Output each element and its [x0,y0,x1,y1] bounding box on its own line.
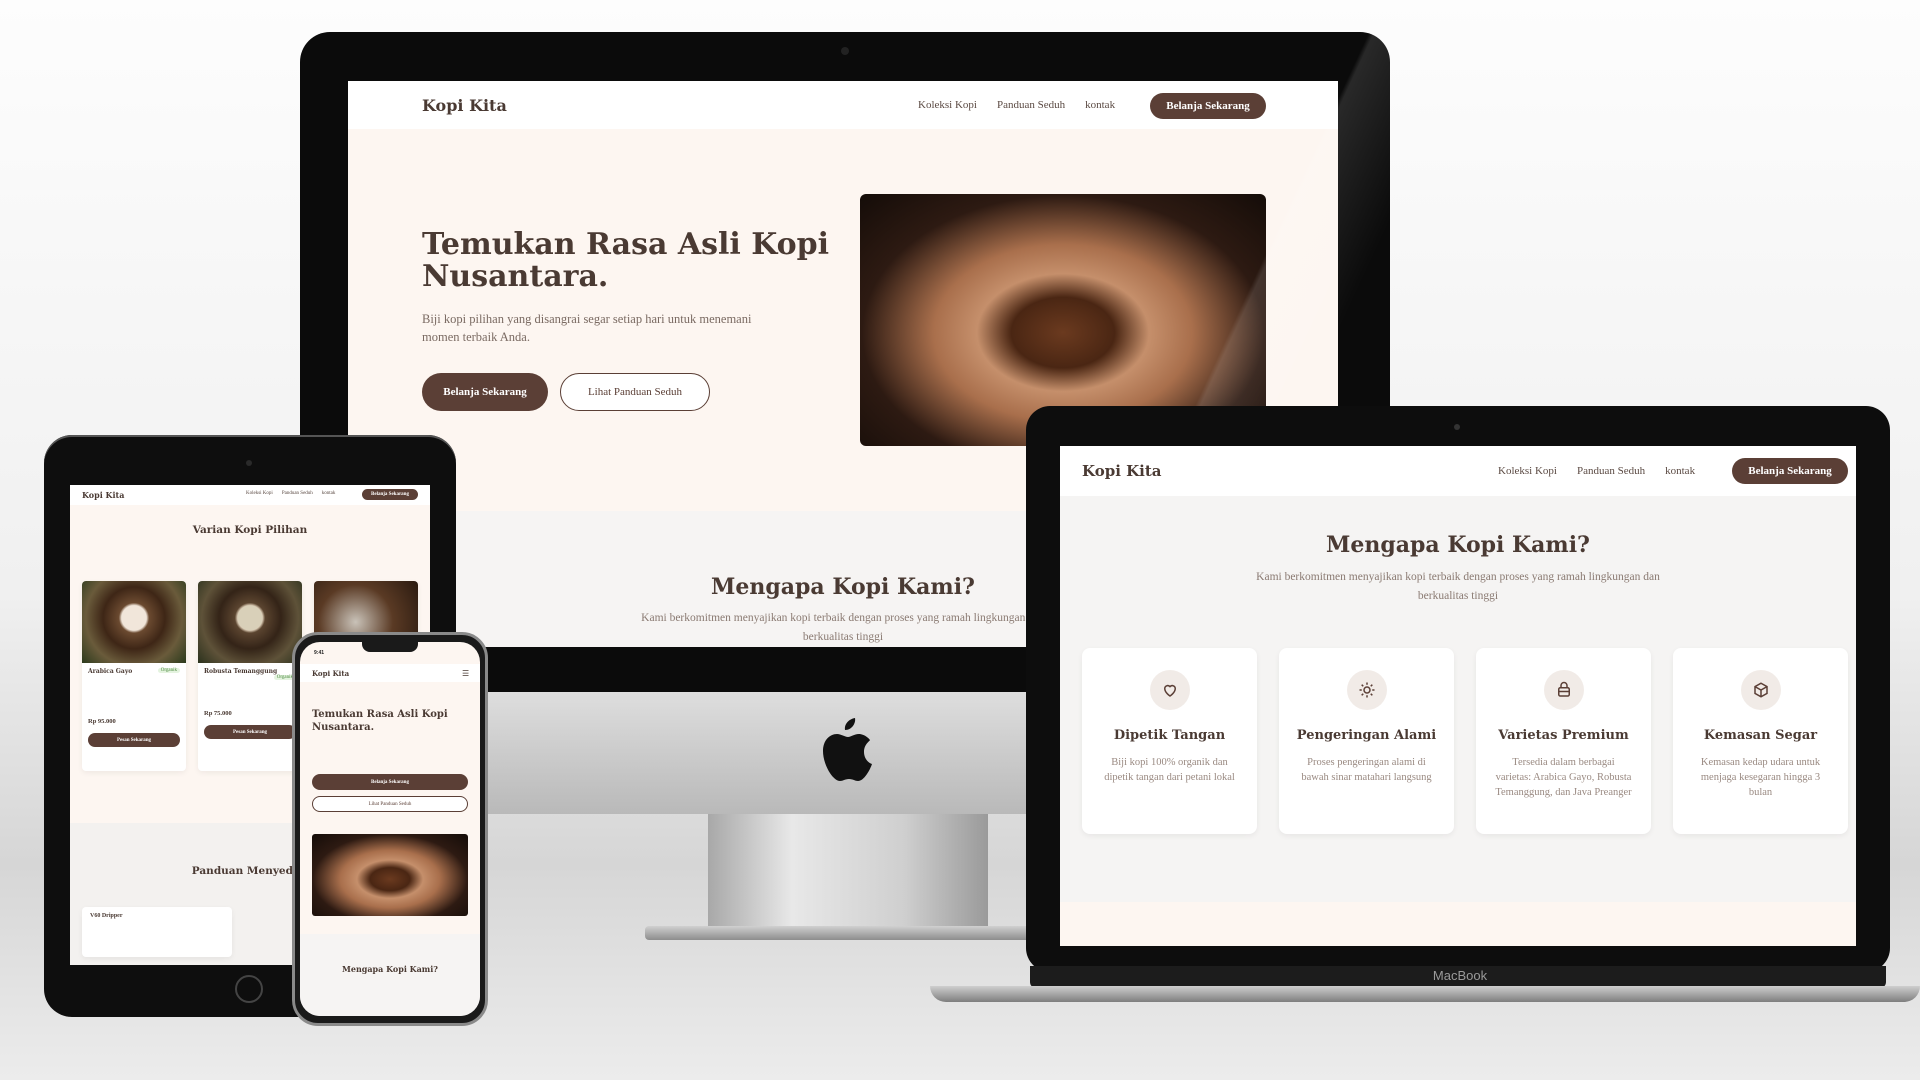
product-order-button[interactable]: Pesan Sekarang [88,733,180,747]
macbook-label: MacBook [1432,968,1488,983]
hero-guide-button[interactable]: Lihat Panduan Seduh [560,373,710,411]
nav-panduan-seduh[interactable]: Panduan Seduh [997,99,1065,111]
iphone-notch [362,642,418,652]
mb-header-cta-button[interactable]: Belanja Sekarang [1732,458,1848,484]
ipad-nav-koleksi[interactable]: Koleksi Kopi [246,491,273,496]
mb-nav-koleksi-kopi[interactable]: Koleksi Kopi [1498,465,1557,477]
product-image [82,581,186,663]
feature-title: Dipetik Tangan [1113,728,1226,743]
mb-brand-logo[interactable]: Kopi Kita [1082,462,1162,480]
hero-subtitle-line2: momen terbaik Anda. [422,330,530,344]
guide-item-title: V60 Dripper [90,913,123,919]
feature-card-kemasan-segar: Kemasan Segar Kemasan kedap udara untuk … [1673,648,1848,834]
menu-icon[interactable]: ☰ [462,669,469,678]
hero-subtitle-line1: Biji kopi pilihan yang disangrai segar s… [422,312,752,326]
product-image [198,581,302,663]
hero-title-line2: Nusantara. [422,259,609,294]
ipad-nav: Koleksi Kopi Panduan Seduh kontak [246,491,335,496]
product-order-button[interactable]: Pesan Sekarang [204,725,296,739]
ipad-home-button[interactable] [235,975,263,1003]
feature-desc: Tersedia dalam berbagai varietas: Arabic… [1495,757,1632,798]
ipad-nav-kontak[interactable]: kontak [322,491,336,496]
phone-guide-button[interactable]: Lihat Panduan Seduh [312,796,468,812]
box-icon [1740,670,1781,710]
mb-why-title: Mengapa Kopi Kami? [1326,532,1590,558]
iphone-screen: 9:41 Kopi Kita ☰ Temukan Rasa Asli Kopi … [300,642,480,1016]
phone-hero-title-line2: Nusantara. [312,722,375,733]
product-price: Rp 75.000 [204,710,232,717]
hero-title-line1: Temukan Rasa Asli Kopi [422,227,830,262]
phone-why-title: Mengapa Kopi Kami? [342,964,438,974]
ipad-cta-button[interactable]: Belanja Sekarang [362,489,418,500]
product-name: Arabica Gayo [88,668,133,675]
apple-logo-icon [823,718,872,781]
mb-why-subtitle-line1: Kami berkomitmen menyajikan kopi terbaik… [1256,571,1660,583]
macbook-camera [1454,424,1460,430]
feature-card-dipetik-tangan: Dipetik Tangan Biji kopi 100% organik da… [1082,648,1257,834]
mb-main-nav: Koleksi Kopi Panduan Seduh kontak [1498,465,1695,477]
nav-kontak[interactable]: kontak [1085,99,1115,111]
feature-title: Kemasan Segar [1703,728,1818,743]
feature-desc: Kemasan kedap udara untuk menjaga kesega… [1700,757,1821,798]
mb-nav-panduan-seduh[interactable]: Panduan Seduh [1577,465,1645,477]
guide-card: V60 Dripper [82,907,232,957]
heart-icon [1149,670,1190,710]
brand-logo[interactable]: Kopi Kita [422,96,507,115]
ipad-camera [246,460,252,466]
imac-stand [708,814,988,926]
phone-shop-button[interactable]: Belanja Sekarang [312,774,468,790]
product-card-arabica: Arabica Gayo Organik Rp 95.000 Pesan Sek… [82,581,186,771]
phone-hero-title-line1: Temukan Rasa Asli Kopi [312,709,448,720]
status-time: 9:41 [314,650,325,656]
phone-hero-title: Temukan Rasa Asli Kopi Nusantara. [312,708,448,734]
macbook-screen: Kopi Kita Koleksi Kopi Panduan Seduh kon… [1060,446,1856,946]
main-nav: Koleksi Kopi Panduan Seduh kontak [918,99,1115,111]
feature-desc: Proses pengeringan alami di bawah sinar … [1301,757,1432,783]
hero-subtitle: Biji kopi pilihan yang disangrai segar s… [422,310,751,346]
product-name: Robusta Temanggung [204,668,278,675]
mb-next-section [1060,902,1856,946]
feature-desc: Biji kopi 100% organik dan dipetik tanga… [1104,757,1235,783]
mb-nav-kontak[interactable]: kontak [1665,465,1695,477]
sun-icon [1346,670,1387,710]
ipad-varian-title: Varian Kopi Pilihan [192,524,308,536]
feature-card-varietas-premium: Varietas Premium Tersedia dalam berbagai… [1476,648,1651,834]
feature-title: Varietas Premium [1498,728,1629,743]
phone-brand-logo[interactable]: Kopi Kita [312,669,349,678]
bag-icon [1543,670,1584,710]
phone-why-section [300,934,480,1016]
phone-hero-image [312,834,468,916]
feature-title: Pengeringan Alami [1296,728,1437,743]
imac-camera [841,47,849,55]
product-price: Rp 95.000 [88,718,116,725]
product-card-robusta: Robusta Temanggung Organik Rp 75.000 Pes… [198,581,302,771]
hero-title: Temukan Rasa Asli Kopi Nusantara. [422,229,829,293]
imac-stand-foot [645,926,1045,940]
macbook-base [930,986,1920,1002]
product-tag: Organik [157,668,180,673]
mb-why-subtitle-line2: berkualitas tinggi [1417,590,1499,602]
nav-koleksi-kopi[interactable]: Koleksi Kopi [918,99,977,111]
mb-why-subtitle: Kami berkomitmen menyajikan kopi terbaik… [1060,568,1856,606]
ipad-nav-panduan[interactable]: Panduan Seduh [282,491,313,496]
ipad-brand-logo[interactable]: Kopi Kita [82,490,124,500]
hero-shop-button[interactable]: Belanja Sekarang [422,373,548,411]
feature-card-pengeringan-alami: Pengeringan Alami Proses pengeringan ala… [1279,648,1454,834]
